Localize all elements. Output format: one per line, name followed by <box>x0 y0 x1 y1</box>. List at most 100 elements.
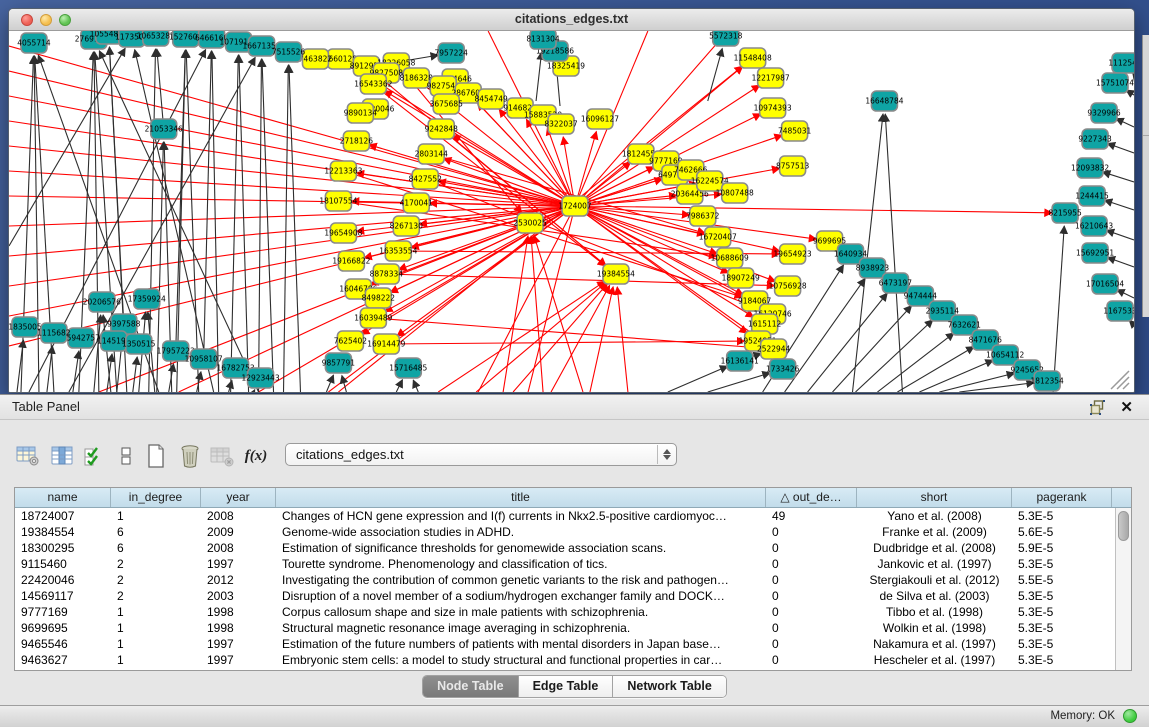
table-cell[interactable]: 0 <box>766 572 857 588</box>
network-node[interactable]: 9857791 <box>322 353 356 373</box>
table-row[interactable]: 1938455462009Genome-wide association stu… <box>15 524 1115 540</box>
table-cell[interactable]: Estimation of significance thresholds fo… <box>276 540 766 556</box>
network-edge[interactable] <box>212 51 219 392</box>
table-row[interactable]: 1872400712008Changes of HCN gene express… <box>15 508 1115 524</box>
network-node[interactable]: 19654923 <box>774 244 812 264</box>
network-edge[interactable] <box>396 380 402 392</box>
column-header-in_degree[interactable]: in_degree <box>111 488 201 507</box>
tab-network-table[interactable]: Network Table <box>613 676 726 697</box>
table-cell[interactable]: Franke et al. (2009) <box>857 524 1012 540</box>
table-cell[interactable]: Investigating the contribution of common… <box>276 572 766 588</box>
table-row[interactable]: 2242004622012Investigating the contribut… <box>15 572 1115 588</box>
network-edge[interactable] <box>1106 230 1134 240</box>
table-cell[interactable]: 5.3E-5 <box>1012 620 1112 636</box>
table-cell[interactable]: 18300295 <box>15 540 111 556</box>
table-cell[interactable]: 9699695 <box>15 620 111 636</box>
network-node[interactable]: 3675685 <box>430 94 464 114</box>
table-cell[interactable]: 2 <box>111 556 201 572</box>
network-node[interactable]: 4170041 <box>400 193 434 213</box>
network-edge[interactable] <box>855 320 932 392</box>
network-node[interactable]: 7986372 <box>686 206 720 226</box>
import-table-icon[interactable] <box>208 441 236 471</box>
network-node[interactable]: 8427552 <box>409 169 443 189</box>
network-node[interactable]: 10688609 <box>711 248 749 268</box>
network-edge[interactable] <box>399 206 575 270</box>
network-node[interactable]: 7485031 <box>778 121 812 141</box>
table-cell[interactable]: Genome-wide association studies in ADHD. <box>276 524 766 540</box>
table-cell[interactable]: 6 <box>111 540 201 556</box>
network-node[interactable]: 12093832 <box>1071 158 1109 178</box>
network-node[interactable]: 16720407 <box>699 227 737 247</box>
network-edge[interactable] <box>1107 257 1134 267</box>
network-node[interactable]: 1812354 <box>1030 371 1064 391</box>
column-header-year[interactable]: year <box>201 488 276 507</box>
network-edge[interactable] <box>176 50 186 351</box>
table-cell[interactable]: 5.6E-5 <box>1012 524 1112 540</box>
network-node[interactable]: 9227343 <box>1078 129 1112 149</box>
table-cell[interactable]: 0 <box>766 556 857 572</box>
network-edge[interactable] <box>1107 143 1134 153</box>
table-cell[interactable]: Tourette syndrome. Phenomenology and cla… <box>276 556 766 572</box>
table-cell[interactable]: 14569117 <box>15 588 111 604</box>
column-header-pagerank[interactable]: pagerank <box>1012 488 1112 507</box>
network-node[interactable]: 19166822 <box>332 251 370 271</box>
table-row[interactable]: 969969511998Structural magnetic resonanc… <box>15 620 1115 636</box>
network-node[interactable]: 7625402 <box>334 331 368 351</box>
table-cell[interactable]: 0 <box>766 604 857 620</box>
table-cell[interactable]: 0 <box>766 652 857 668</box>
network-node[interactable]: 15716485 <box>389 358 427 378</box>
network-node[interactable]: 9329966 <box>1087 103 1121 123</box>
table-cell[interactable]: Tibbo et al. (1998) <box>857 604 1012 620</box>
network-node[interactable]: 1244415 <box>1075 186 1109 206</box>
network-edge[interactable] <box>262 59 274 392</box>
network-edge[interactable] <box>9 48 125 246</box>
table-cell[interactable]: 0 <box>766 524 857 540</box>
network-node[interactable]: 1350515 <box>122 334 156 354</box>
table-cell[interactable]: 19384554 <box>15 524 111 540</box>
column-header-title[interactable]: title <box>276 488 766 507</box>
table-cell[interactable]: 2 <box>111 572 201 588</box>
table-cell[interactable]: Corpus callosum shape and size in male p… <box>276 604 766 620</box>
table-cell[interactable]: de Silva et al. (2003) <box>857 588 1012 604</box>
network-edge[interactable] <box>476 282 606 392</box>
network-node[interactable]: 9242848 <box>425 119 459 139</box>
table-cell[interactable]: 2009 <box>201 524 276 540</box>
network-edge[interactable] <box>289 65 301 392</box>
network-node[interactable]: 1115682 <box>37 323 71 343</box>
network-node[interactable]: 16648784 <box>865 91 903 111</box>
table-cell[interactable]: 5.3E-5 <box>1012 652 1112 668</box>
network-node[interactable]: 2718126 <box>340 131 374 151</box>
network-node[interactable]: 18107554 <box>319 191 357 211</box>
network-node[interactable]: 16353554 <box>379 241 417 261</box>
network-edge[interactable] <box>536 52 542 101</box>
network-edge[interactable] <box>1104 200 1134 210</box>
network-edge[interactable] <box>708 49 723 101</box>
table-row[interactable]: 1456911722003Disruption of a novel membe… <box>15 588 1115 604</box>
table-cell[interactable]: Dudbridge et al. (2008) <box>857 540 1012 556</box>
new-table-icon[interactable] <box>142 441 170 471</box>
network-node[interactable]: 15692951 <box>1076 243 1114 263</box>
network-edge[interactable] <box>254 390 255 392</box>
network-node[interactable]: 19654908 <box>324 223 362 243</box>
network-node[interactable]: 8322037 <box>544 114 578 134</box>
network-node[interactable]: 16914479 <box>367 334 405 354</box>
table-cell[interactable]: Changes of HCN gene expression and I(f) … <box>276 508 766 524</box>
table-cell[interactable]: 1997 <box>201 636 276 652</box>
table-cell[interactable]: 5.3E-5 <box>1012 588 1112 604</box>
table-row[interactable]: 946554611997Estimation of the future num… <box>15 636 1115 652</box>
network-node[interactable]: 9890134 <box>344 103 378 123</box>
table-cell[interactable]: 49 <box>766 508 857 524</box>
network-node[interactable]: 12923443 <box>242 368 280 388</box>
table-cell[interactable]: 9463627 <box>15 652 111 668</box>
network-node[interactable]: 17359924 <box>128 289 166 309</box>
network-node[interactable]: 16210643 <box>1075 216 1113 236</box>
citation-network-graph[interactable]: 1724007866012889129541822605898275081654… <box>9 31 1134 392</box>
network-node[interactable]: 8131304 <box>526 31 560 49</box>
network-edge[interactable] <box>708 373 770 392</box>
table-cell[interactable]: 5.3E-5 <box>1012 636 1112 652</box>
network-node[interactable]: 2530025 <box>513 213 547 233</box>
table-cell[interactable]: 5.3E-5 <box>1012 556 1112 572</box>
network-node[interactable]: 1112541 <box>1108 53 1134 73</box>
memory-ok-indicator[interactable] <box>1123 709 1137 723</box>
network-node[interactable]: 1724007 <box>558 196 592 216</box>
